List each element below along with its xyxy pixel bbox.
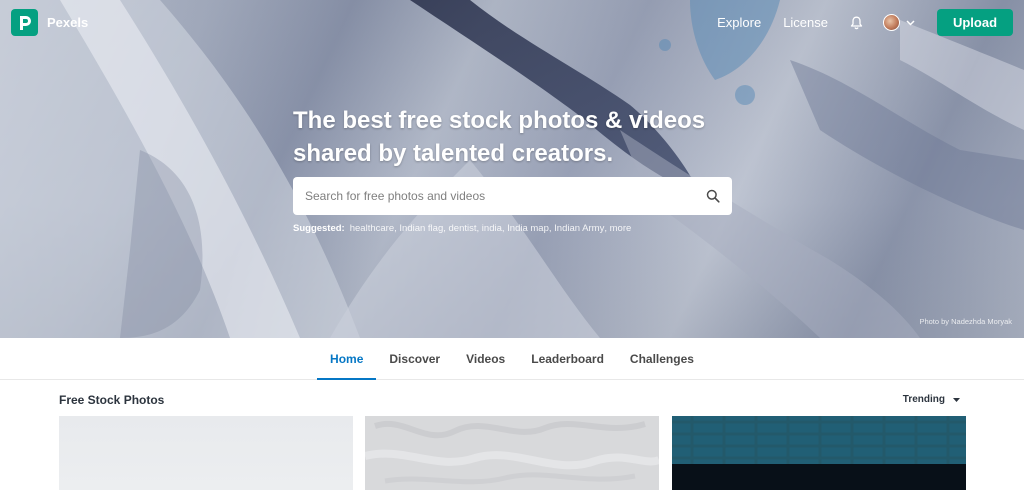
suggested-tag[interactable]: india [482, 223, 502, 234]
chevron-down-icon[interactable] [906, 19, 915, 26]
brand-name: Pexels [47, 15, 89, 30]
search-input[interactable] [305, 189, 706, 203]
photo-card[interactable] [672, 416, 966, 490]
headline-line-1: The best free stock photos & videos [293, 107, 706, 134]
pexels-logo-icon [11, 9, 38, 36]
main-tabs: Home Discover Videos Leaderboard Challen… [0, 338, 1024, 380]
suggested-tag[interactable]: India map [507, 223, 549, 234]
headline-line-2: shared by talented creators. [293, 140, 614, 167]
tab-leaderboard[interactable]: Leaderboard [518, 338, 617, 379]
suggested-more-link[interactable]: more [610, 223, 632, 234]
search-bar [293, 177, 732, 215]
photo-credit[interactable]: Photo by Nadezhda Moryak [919, 317, 1012, 326]
nav-license-link[interactable]: License [783, 15, 828, 30]
nav-explore-link[interactable]: Explore [717, 15, 761, 30]
sort-label: Trending [902, 394, 945, 405]
suggested-tag[interactable]: dentist [449, 223, 477, 234]
top-nav: Explore License Upload [717, 9, 1013, 36]
tab-videos[interactable]: Videos [453, 338, 518, 379]
caret-down-icon [953, 397, 960, 402]
bell-icon[interactable] [850, 16, 863, 30]
suggested-tag[interactable]: Indian flag [399, 223, 443, 234]
suggested-tag[interactable]: healthcare [350, 223, 394, 234]
tab-home[interactable]: Home [317, 338, 377, 380]
photo-card[interactable] [59, 416, 353, 490]
suggested-searches: Suggested: healthcare, Indian flag, dent… [293, 223, 632, 234]
suggested-label: Suggested: [293, 223, 345, 234]
tab-challenges[interactable]: Challenges [617, 338, 707, 379]
hero-banner: Pexels Explore License Upload The best f… [0, 0, 1024, 338]
hero-headline: The best free stock photos & videos shar… [293, 104, 753, 170]
search-icon[interactable] [706, 189, 720, 203]
pexels-logo[interactable]: Pexels [11, 9, 88, 36]
upload-button[interactable]: Upload [937, 9, 1013, 36]
suggested-tag[interactable]: Indian Army [554, 223, 604, 234]
photo-card[interactable] [365, 416, 659, 490]
avatar[interactable] [883, 14, 900, 31]
sort-dropdown[interactable]: Trending [903, 394, 960, 405]
section-title: Free Stock Photos [59, 393, 165, 407]
tab-discover[interactable]: Discover [376, 338, 453, 379]
